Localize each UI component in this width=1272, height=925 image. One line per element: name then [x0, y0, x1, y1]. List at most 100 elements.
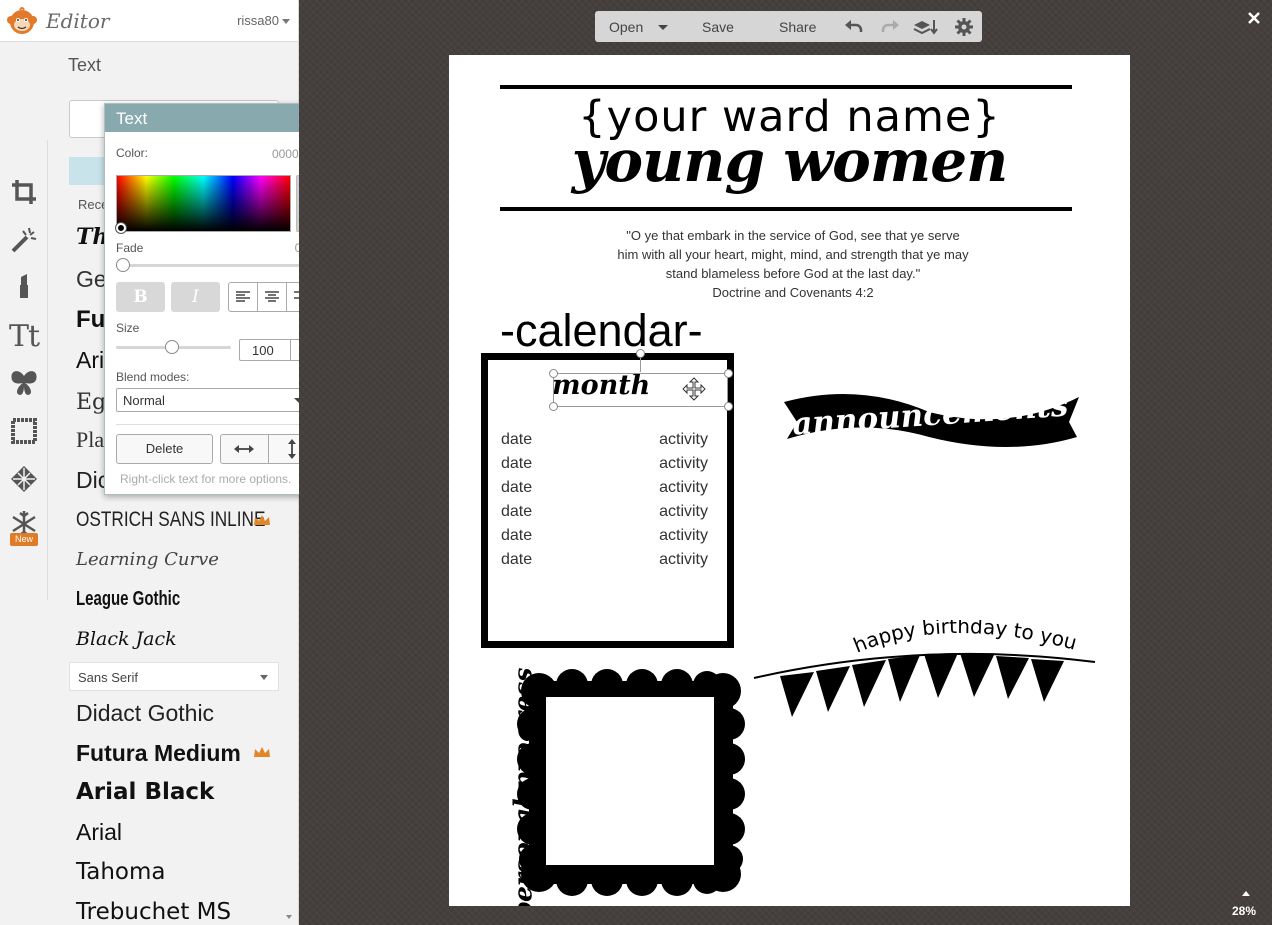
- font-item[interactable]: Tahoma: [76, 859, 165, 885]
- calendar-row[interactable]: date activity: [501, 479, 708, 497]
- save-button[interactable]: Save: [702, 19, 734, 35]
- birthday-text: happy birthday to you: [850, 620, 1080, 658]
- magic-wand-icon: [11, 227, 37, 253]
- texture-icon: [11, 466, 37, 492]
- color-spectrum-picker[interactable]: [116, 175, 291, 232]
- chevron-down-icon[interactable]: [282, 19, 290, 24]
- text-properties-dialog: Text × Color: 000000 Fade 0% B I Size 10…: [104, 103, 325, 495]
- resize-handle[interactable]: [549, 402, 558, 411]
- flip-horizontal-icon: [234, 445, 255, 453]
- calendar-row[interactable]: date activity: [501, 431, 708, 449]
- textures-tool[interactable]: [6, 461, 42, 497]
- move-cursor-icon: [682, 377, 706, 401]
- birthday-bunting[interactable]: happy birthday to you: [752, 620, 1097, 730]
- color-picker-handle[interactable]: [116, 223, 126, 233]
- scalloped-photo-frame[interactable]: [517, 669, 745, 896]
- font-item[interactable]: OSTRICH SANS INLINE: [76, 508, 265, 532]
- font-item[interactable]: Futura Medium: [76, 740, 241, 767]
- font-item[interactable]: Trebuchet MS: [76, 899, 231, 925]
- overlays-tool[interactable]: [6, 365, 42, 401]
- dialog-hint: Right-click text for more options.: [120, 472, 292, 486]
- layers-icon[interactable]: [913, 17, 939, 37]
- resize-handle[interactable]: [724, 369, 733, 378]
- premium-crown-icon: [254, 515, 270, 525]
- font-item-recent[interactable]: Ge: [76, 266, 107, 293]
- frames-tool[interactable]: [6, 413, 42, 449]
- font-item[interactable]: Arial Black: [76, 779, 214, 805]
- undo-icon[interactable]: [844, 17, 864, 37]
- calendar-row[interactable]: date activity: [501, 455, 708, 473]
- calendar-row[interactable]: date activity: [501, 503, 708, 521]
- resize-handle[interactable]: [724, 402, 733, 411]
- calendar-row[interactable]: date activity: [501, 551, 708, 569]
- zoom-up-icon[interactable]: [1242, 891, 1250, 896]
- scroll-down-arrow-icon[interactable]: [286, 915, 292, 919]
- bold-button[interactable]: B: [116, 282, 165, 312]
- rotate-handle[interactable]: [636, 349, 645, 358]
- zoom-level[interactable]: 28%: [1232, 904, 1256, 918]
- font-category-value: Sans Serif: [78, 670, 138, 685]
- font-item[interactable]: Arial: [76, 819, 122, 846]
- blend-mode-value: Normal: [123, 393, 165, 408]
- fade-slider-knob[interactable]: [116, 258, 130, 272]
- quote-line: Doctrine and Covenants 4:2: [712, 285, 874, 300]
- crop-icon: [12, 180, 36, 204]
- font-item-recent[interactable]: Ari: [76, 347, 104, 374]
- young-women-title[interactable]: young women: [449, 127, 1130, 195]
- divider: [116, 424, 315, 425]
- quote-line: him with all your heart, might, mind, an…: [617, 247, 969, 262]
- font-item-recent[interactable]: Pla: [76, 427, 104, 453]
- delete-button[interactable]: Delete: [116, 434, 213, 464]
- flip-vertical-icon: [287, 439, 296, 459]
- resize-handle[interactable]: [549, 369, 558, 378]
- frame-icon: [11, 418, 37, 444]
- divider-line: [500, 85, 1072, 89]
- share-button[interactable]: Share: [779, 19, 816, 35]
- size-label: Size: [116, 321, 140, 335]
- font-category-select[interactable]: Sans Serif: [69, 662, 279, 691]
- fade-slider-track[interactable]: [120, 264, 316, 267]
- dialog-title: Text: [116, 109, 148, 128]
- calendar-row[interactable]: date activity: [501, 527, 708, 545]
- premium-crown-icon: [254, 747, 270, 757]
- gear-icon[interactable]: [954, 17, 974, 37]
- chevron-down-icon: [260, 675, 268, 680]
- user-menu[interactable]: rissa80: [237, 13, 279, 28]
- design-canvas[interactable]: {your ward name} young women "O ye that …: [449, 55, 1130, 906]
- text-tool[interactable]: Tt: [6, 318, 42, 354]
- divider-line: [500, 207, 1072, 211]
- scripture-quote[interactable]: "O ye that embark in the service of God,…: [584, 226, 1002, 302]
- new-badge: New: [10, 533, 38, 546]
- fade-label: Fade: [116, 241, 144, 255]
- crop-tool[interactable]: [6, 174, 42, 210]
- blend-modes-label: Blend modes:: [116, 370, 190, 384]
- panel-heading: Text: [68, 55, 102, 75]
- align-left-icon: [236, 291, 250, 302]
- flip-horizontal-button[interactable]: [221, 435, 269, 463]
- editor-toolbar: Open Save Share: [595, 11, 982, 42]
- font-item[interactable]: Black Jack: [76, 628, 177, 650]
- font-item[interactable]: League Gothic: [76, 588, 180, 611]
- effects-tool[interactable]: [6, 222, 42, 258]
- close-icon[interactable]: [1246, 10, 1262, 26]
- font-item[interactable]: Didact Gothic: [76, 700, 214, 727]
- touch-up-tool[interactable]: [6, 268, 42, 304]
- color-label: Color:: [116, 146, 149, 160]
- monkey-logo-icon[interactable]: [6, 5, 38, 37]
- size-slider-knob[interactable]: [165, 340, 179, 354]
- app-title: Editor: [46, 9, 110, 33]
- font-item[interactable]: Learning Curve: [76, 549, 219, 570]
- calendar-heading[interactable]: -calendar-: [500, 305, 703, 357]
- redo-icon[interactable]: [880, 17, 900, 37]
- open-button[interactable]: Open: [609, 19, 643, 35]
- align-center-button[interactable]: [258, 283, 287, 311]
- text-tool-icon: Tt: [8, 318, 40, 354]
- chevron-down-icon[interactable]: [658, 25, 668, 30]
- align-left-button[interactable]: [229, 283, 258, 311]
- size-value: 100: [252, 343, 274, 358]
- announcements-banner[interactable]: announcements: [779, 377, 1084, 457]
- personal-progress-text[interactable]: personal progress: [509, 668, 538, 906]
- dialog-header[interactable]: Text ×: [105, 104, 324, 132]
- italic-button[interactable]: I: [171, 282, 220, 312]
- blend-mode-select[interactable]: Normal: [116, 388, 315, 412]
